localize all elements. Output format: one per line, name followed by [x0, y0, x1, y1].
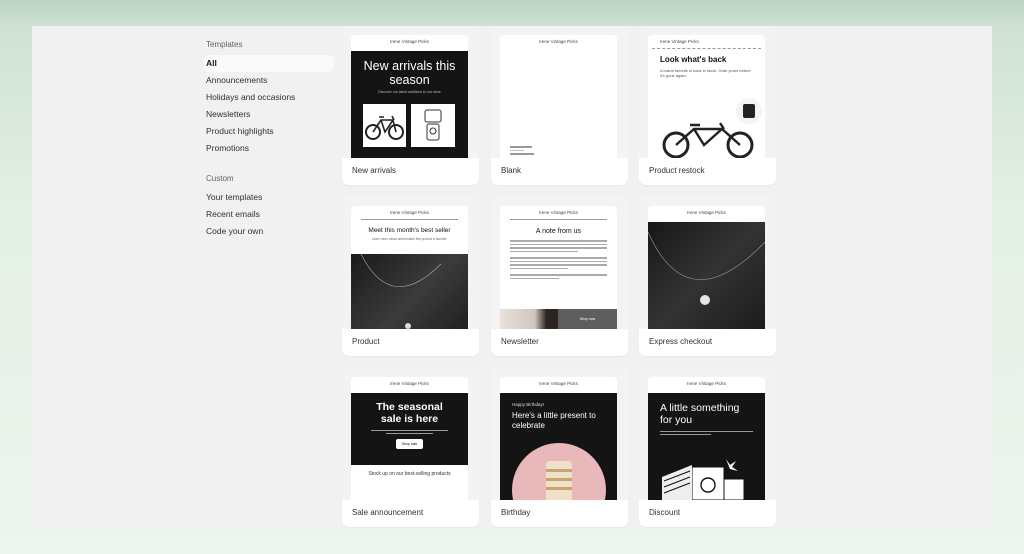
headline: The seasonal sale is here [376, 401, 443, 425]
email-preview: Irene Vintage Picks The seasonal sale is… [351, 377, 468, 500]
sidebar-item-code-your-own[interactable]: Code your own [204, 223, 334, 240]
template-card-blank[interactable]: Irene Vintage Picks Blank [491, 26, 628, 185]
email-preview: Irene Vintage Picks Look what's back A b… [648, 35, 765, 158]
footer-lines [510, 146, 540, 155]
brand-name: Irene Vintage Picks [539, 381, 578, 386]
headline: Here's a little present to celebrate [512, 411, 596, 430]
sidebar: Templates All Announcements Holidays and… [204, 40, 334, 240]
brand-name: Irene Vintage Picks [510, 206, 607, 220]
sidebar-item-all[interactable]: All [204, 55, 334, 72]
template-card-product[interactable]: Irene Vintage Picks Meet this month's be… [342, 197, 479, 356]
template-label: Birthday [501, 508, 531, 517]
greeting: Happy Birthday! [512, 402, 545, 407]
sidebar-item-recent-emails[interactable]: Recent emails [204, 206, 334, 223]
template-card-express-checkout[interactable]: Irene Vintage Picks Express checkout [639, 197, 776, 356]
template-label: Product restock [649, 166, 705, 175]
template-card-new-arrivals[interactable]: Irene Vintage Picks New arrivals this se… [342, 26, 479, 185]
template-label: Sale announcement [352, 508, 424, 517]
cake-image [512, 443, 606, 500]
headline: Look what's back [660, 55, 727, 64]
template-preview: Irene Vintage Picks Meet this month's be… [342, 197, 479, 329]
template-preview: Irene Vintage Picks New arrivals this se… [342, 26, 479, 158]
gift-illustration [662, 459, 745, 500]
subline: Learn more about what makes this product… [371, 237, 448, 241]
brand-name: Irene Vintage Picks [652, 35, 761, 49]
email-preview: Irene Vintage Picks Happy Birthday! Here… [500, 377, 617, 500]
shop-now-button: Shop now [579, 317, 596, 321]
template-card-discount[interactable]: Irene Vintage Picks A little something f… [639, 368, 776, 527]
sidebar-item-promotions[interactable]: Promotions [204, 140, 334, 157]
photo [500, 309, 558, 329]
hero-block: The seasonal sale is here Shop sale [351, 393, 468, 465]
brand-name: Irene Vintage Picks [687, 210, 726, 215]
template-label: Newsletter [501, 337, 539, 346]
template-preview: Irene Vintage Picks Look what's back A b… [639, 26, 776, 158]
hero-block: A little something for you [648, 393, 765, 500]
template-label: Discount [649, 508, 681, 517]
template-label: Blank [501, 166, 522, 175]
body-lines [660, 431, 753, 436]
template-label: New arrivals [352, 166, 397, 175]
brand-name: Irene Vintage Picks [361, 206, 458, 220]
brand-name: Irene Vintage Picks [539, 39, 578, 44]
shop-sale-button: Shop sale [396, 439, 423, 450]
body-text: A brand favorite is back in stock. Grab … [660, 68, 751, 78]
sidebar-item-product-highlights[interactable]: Product highlights [204, 123, 334, 140]
email-preview: Irene Vintage Picks Meet this month's be… [351, 206, 468, 329]
subline: Discover our latest additions to our sto… [378, 90, 441, 94]
brand-name: Irene Vintage Picks [390, 381, 429, 386]
email-preview: Irene Vintage Picks [500, 35, 617, 158]
headline: Meet this month's best seller [368, 227, 451, 234]
sidebar-item-announcements[interactable]: Announcements [204, 72, 334, 89]
body-lines [510, 240, 607, 279]
template-preview: Irene Vintage Picks [491, 26, 628, 158]
necklace-image [648, 222, 765, 329]
template-preview: Irene Vintage Picks The seasonal sale is… [342, 368, 479, 500]
template-preview: Irene Vintage Picks [639, 197, 776, 329]
bike-image [662, 122, 754, 158]
email-preview: Irene Vintage Picks New arrivals this se… [351, 35, 468, 158]
email-preview: Irene Vintage Picks [648, 206, 765, 329]
gadget-image [411, 104, 455, 147]
cta-block: Shop now [558, 309, 617, 329]
sidebar-item-your-templates[interactable]: Your templates [204, 189, 334, 206]
headline: A note from us [535, 228, 582, 235]
email-preview: Irene Vintage Picks A little something f… [648, 377, 765, 500]
template-card-product-restock[interactable]: Irene Vintage Picks Look what's back A b… [639, 26, 776, 185]
template-preview: Irene Vintage Picks A little something f… [639, 368, 776, 500]
sidebar-item-newsletters[interactable]: Newsletters [204, 106, 334, 123]
template-card-birthday[interactable]: Irene Vintage Picks Happy Birthday! Here… [491, 368, 628, 527]
email-preview: Irene Vintage Picks A note from us Shop … [500, 206, 617, 329]
footer-text: Stock up on our best-selling products [368, 471, 451, 477]
brand-name: Irene Vintage Picks [687, 381, 726, 386]
template-preview: Irene Vintage Picks A note from us Shop … [491, 197, 628, 329]
template-label: Product [352, 337, 380, 346]
body-lines [371, 430, 448, 435]
hero-block: Happy Birthday! Here's a little present … [500, 393, 617, 500]
template-label: Express checkout [649, 337, 713, 346]
headline: A little something for you [660, 402, 740, 426]
custom-heading: Custom [206, 174, 234, 183]
headline: New arrivals this season [363, 59, 456, 87]
template-preview: Irene Vintage Picks Happy Birthday! Here… [491, 368, 628, 500]
brand-name: Irene Vintage Picks [390, 39, 429, 44]
template-card-newsletter[interactable]: Irene Vintage Picks A note from us Shop … [491, 197, 628, 356]
necklace-image [351, 253, 468, 329]
template-card-sale-announcement[interactable]: Irene Vintage Picks The seasonal sale is… [342, 368, 479, 527]
bike-image [363, 104, 406, 147]
sidebar-item-holidays[interactable]: Holidays and occasions [204, 89, 334, 106]
templates-heading: Templates [206, 40, 243, 49]
hero-block: New arrivals this season Discover our la… [351, 51, 468, 158]
